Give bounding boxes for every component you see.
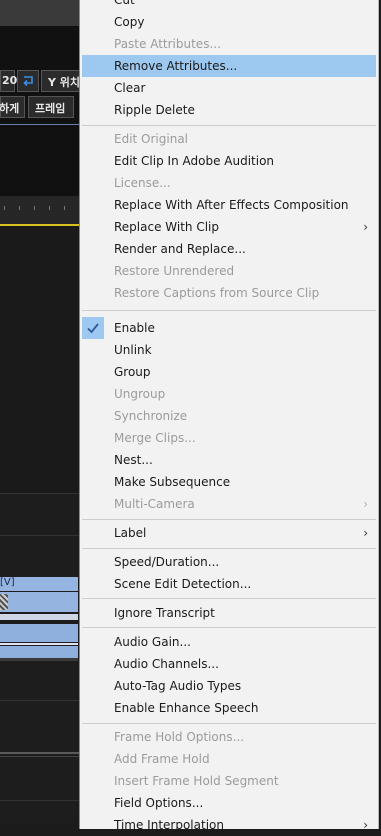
background-app-panel: 20 Y 위치 하게 프레임 [V] [0, 0, 80, 823]
menu-item-label[interactable]: Label › [82, 522, 376, 544]
panel-button-2[interactable]: 프레임 [28, 96, 74, 118]
menu-item-nest[interactable]: Nest... [82, 449, 376, 471]
menu-item-replace-with-ae-composition[interactable]: Replace With After Effects Composition [82, 194, 376, 216]
menu-item-group[interactable]: Group [82, 361, 376, 383]
submenu-arrow-icon: › [363, 497, 368, 511]
video-clip-header[interactable]: [V] [0, 577, 78, 591]
menu-item-audio-gain[interactable]: Audio Gain... [82, 631, 376, 653]
timeline-ruler[interactable] [0, 196, 80, 226]
video-clip[interactable] [0, 592, 78, 612]
menu-item-replace-with-clip[interactable]: Replace With Clip › [82, 216, 376, 238]
panel-button-1[interactable]: 하게 [0, 96, 25, 118]
menu-item-ignore-transcript[interactable]: Ignore Transcript [82, 602, 376, 624]
menu-item-replace-with-clip-label: Replace With Clip [114, 220, 220, 234]
y-position-button[interactable]: Y 위치 [41, 70, 80, 92]
menu-item-frame-hold-options[interactable]: Frame Hold Options... [82, 726, 376, 748]
menu-item-speed-duration[interactable]: Speed/Duration... [82, 551, 376, 573]
menu-item-clear[interactable]: Clear [82, 77, 376, 99]
timecode-fragment: 20 [2, 74, 18, 87]
reset-parameter-button[interactable] [17, 70, 39, 92]
reset-icon [23, 76, 33, 87]
menu-item-enable[interactable]: Enable [82, 317, 376, 339]
timecode-field[interactable]: 20 [0, 70, 18, 92]
menu-item-edit-clip-in-audition[interactable]: Edit Clip In Adobe Audition [82, 150, 376, 172]
audio-clip[interactable] [0, 624, 78, 642]
clip-thumbnail [0, 594, 8, 610]
timeline-empty-area [0, 226, 80, 494]
menu-item-multi-camera-label: Multi-Camera [114, 497, 195, 511]
panel-top-bar [0, 0, 80, 26]
menu-item-ungroup[interactable]: Ungroup [82, 383, 376, 405]
menu-item-restore-unrendered[interactable]: Restore Unrendered [82, 260, 376, 282]
menu-separator [82, 310, 376, 311]
menu-item-make-subsequence[interactable]: Make Subsequence [82, 471, 376, 493]
menu-separator [82, 723, 376, 724]
menu-item-license[interactable]: License... [82, 172, 376, 194]
menu-item-time-interpolation[interactable]: Time Interpolation › [82, 814, 376, 836]
menu-item-render-and-replace[interactable]: Render and Replace... [82, 238, 376, 260]
video-clip-label: [V] [0, 577, 15, 588]
menu-item-multi-camera[interactable]: Multi-Camera › [82, 493, 376, 515]
menu-item-merge-clips[interactable]: Merge Clips... [82, 427, 376, 449]
clip-context-menu: Cut Copy Paste Attributes... Remove Attr… [79, 0, 379, 832]
menu-separator [82, 519, 376, 520]
menu-item-restore-captions[interactable]: Restore Captions from Source Clip [82, 282, 376, 304]
menu-item-cut[interactable]: Cut [82, 0, 376, 11]
menu-separator [82, 598, 376, 599]
menu-item-synchronize[interactable]: Synchronize [82, 405, 376, 427]
panel-divider [0, 124, 80, 125]
menu-separator [82, 548, 376, 549]
menu-item-field-options[interactable]: Field Options... [82, 792, 376, 814]
menu-separator [82, 125, 376, 126]
y-position-label: Y 위치 [48, 76, 80, 89]
menu-item-paste-attributes[interactable]: Paste Attributes... [82, 33, 376, 55]
menu-item-enable-enhance-speech[interactable]: Enable Enhance Speech [82, 697, 376, 719]
menu-item-unlink[interactable]: Unlink [82, 339, 376, 361]
menu-item-label-label: Label [114, 526, 147, 540]
menu-item-edit-original[interactable]: Edit Original [82, 128, 376, 150]
submenu-arrow-icon: › [363, 220, 368, 234]
menu-item-scene-edit-detection[interactable]: Scene Edit Detection... [82, 573, 376, 595]
menu-item-copy[interactable]: Copy [82, 11, 376, 33]
menu-item-insert-frame-hold-segment[interactable]: Insert Frame Hold Segment [82, 770, 376, 792]
panel-button-2-label: 프레임 [35, 102, 66, 115]
menu-item-remove-attributes[interactable]: Remove Attributes... [82, 55, 376, 77]
menu-item-add-frame-hold[interactable]: Add Frame Hold [82, 748, 376, 770]
panel-button-1-label: 하게 [0, 102, 20, 115]
submenu-arrow-icon: › [363, 818, 368, 832]
menu-item-auto-tag-audio-types[interactable]: Auto-Tag Audio Types [82, 675, 376, 697]
menu-item-ripple-delete[interactable]: Ripple Delete [82, 99, 376, 121]
menu-separator [82, 627, 376, 628]
menu-item-time-interpolation-label: Time Interpolation [114, 818, 224, 832]
menu-item-audio-channels[interactable]: Audio Channels... [82, 653, 376, 675]
submenu-arrow-icon: › [363, 526, 368, 540]
